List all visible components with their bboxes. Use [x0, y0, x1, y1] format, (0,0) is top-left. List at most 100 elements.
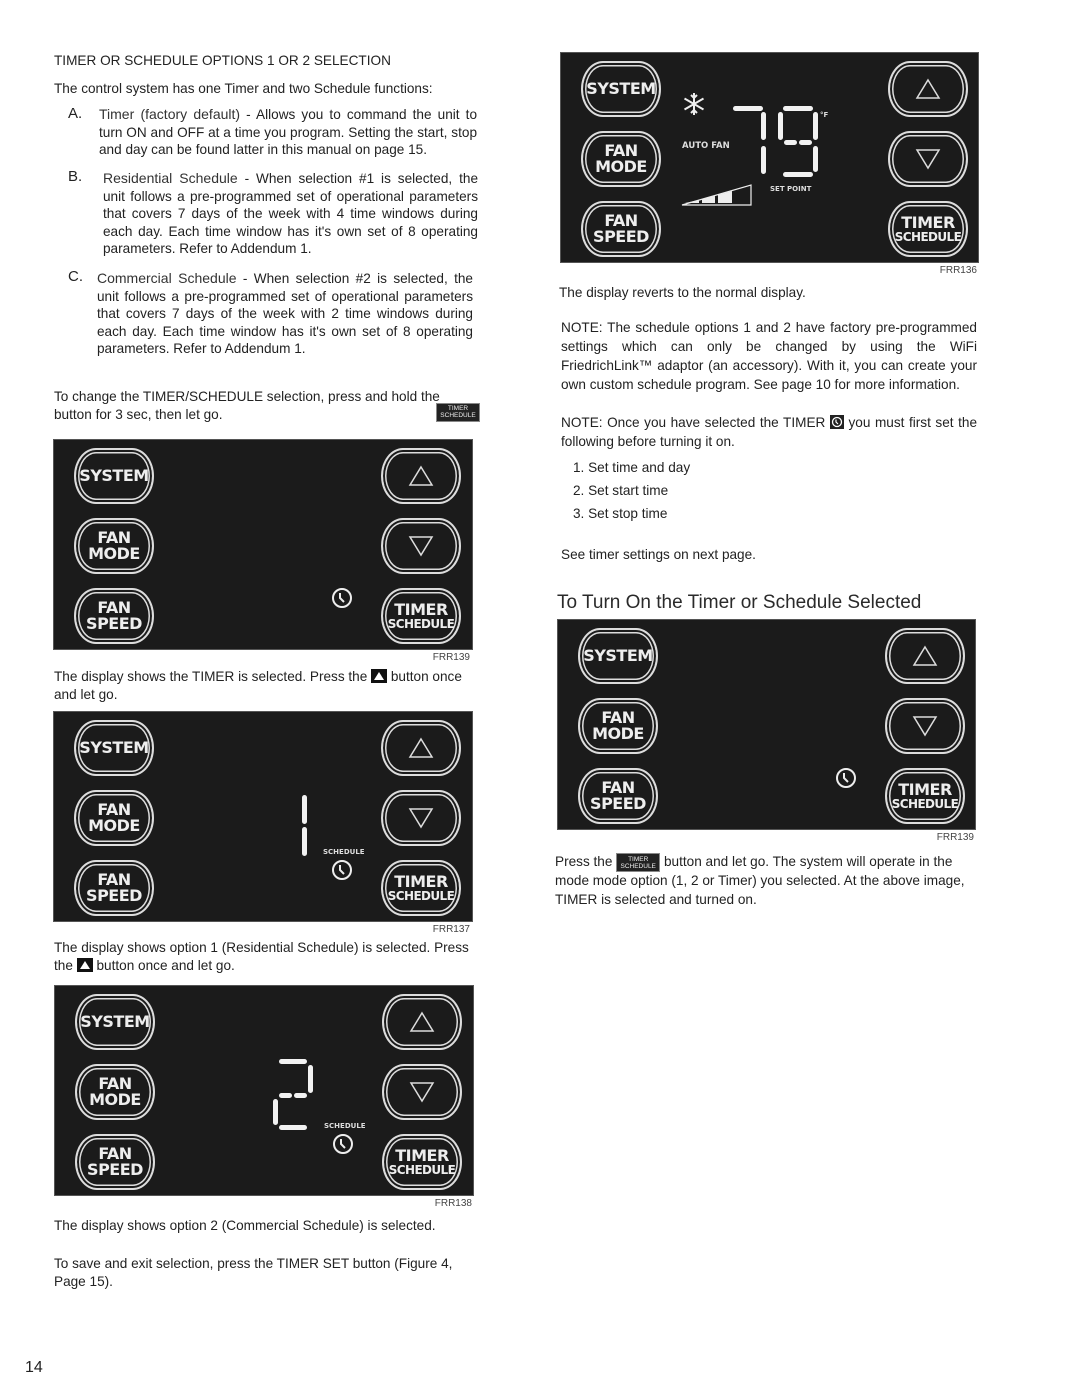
figure-label: FRR138	[434, 1198, 472, 1209]
down-arrow-icon	[912, 716, 938, 737]
item-body: Commercial Schedule - When selection #2 …	[97, 270, 473, 358]
see-next-page: See timer settings on next page.	[561, 547, 756, 562]
btn-label: SPEED	[86, 886, 142, 905]
figure-label: FRR139	[432, 652, 470, 663]
fan-mode-button[interactable]: FAN MODE	[578, 698, 658, 754]
down-button[interactable]	[381, 518, 461, 574]
inline-btn-bottom: SCHEDULE	[440, 412, 476, 420]
caption-option2: The display shows option 2 (Commercial S…	[54, 1218, 436, 1233]
inline-btn-top: TIMER	[447, 405, 469, 413]
up-arrow-icon	[408, 737, 434, 758]
clock-icon	[332, 860, 352, 880]
up-button-icon	[371, 669, 388, 683]
btn-label: SPEED	[87, 1160, 143, 1179]
seven-segment-temperature	[733, 106, 818, 177]
btn-label: SYSTEM	[583, 646, 653, 665]
up-button[interactable]	[888, 61, 968, 117]
control-panel-normal: SYSTEM FAN MODE FAN SPEED TIMER SCHEDULE AU…	[560, 52, 979, 263]
fan-mode-button[interactable]: FAN MODE	[581, 131, 661, 187]
fan-speed-button[interactable]: FAN SPEED	[578, 768, 658, 824]
item-title: Commercial Schedule	[97, 270, 237, 286]
btn-label: TIMER	[395, 1145, 449, 1165]
system-button[interactable]: SYSTEM	[74, 720, 154, 776]
caption-timer-selected: The display shows the TIMER is selected.…	[54, 668, 479, 703]
up-arrow-icon	[915, 78, 941, 99]
caption-b: button once and let go.	[92, 957, 235, 973]
down-button[interactable]	[381, 790, 461, 846]
btn-label: MODE	[89, 1090, 141, 1109]
fan-speed-button[interactable]: FAN SPEED	[74, 860, 154, 916]
up-arrow-icon	[912, 645, 938, 666]
fan-mode-button[interactable]: FAN MODE	[74, 790, 154, 846]
timer-schedule-button[interactable]: TIMER SCHEDULE	[382, 1134, 462, 1190]
btn-label: MODE	[88, 816, 140, 835]
timer-schedule-button[interactable]: TIMER SCHEDULE	[381, 860, 461, 916]
btn-label: MODE	[595, 157, 647, 176]
item-title: Residential Schedule	[103, 170, 238, 186]
fan-speed-button[interactable]: FAN SPEED	[581, 201, 661, 257]
btn-label: MODE	[592, 724, 644, 743]
btn-label: TIMER	[901, 212, 955, 232]
btn-label: SCHEDULE	[387, 888, 455, 903]
press-a: Press the	[555, 854, 617, 870]
control-panel-option2: SYSTEM FAN MODE FAN SPEED TIMER SCHEDULE SC…	[54, 985, 474, 1196]
down-button[interactable]	[885, 698, 965, 754]
system-button[interactable]: SYSTEM	[581, 61, 661, 117]
up-button-icon	[76, 957, 93, 972]
fan-mode-button[interactable]: FAN MODE	[74, 518, 154, 574]
save-instruction: To save and exit selection, press the TI…	[54, 1256, 453, 1289]
system-button[interactable]: SYSTEM	[75, 994, 155, 1050]
timer-schedule-button[interactable]: TIMER SCHEDULE	[381, 588, 461, 644]
press-instruction: Press the TIMER SCHEDULE button and let g…	[555, 853, 980, 909]
up-button[interactable]	[381, 720, 461, 776]
up-button[interactable]	[381, 448, 461, 504]
control-panel-option1: SYSTEM FAN MODE FAN SPEED TIMER SCHEDULE SC…	[53, 711, 473, 922]
intro-text: The control system has one Timer and two…	[54, 81, 433, 96]
snowflake-icon	[683, 93, 705, 115]
item-body: Residential Schedule - When selection #1…	[103, 170, 478, 258]
section-heading: TIMER OR SCHEDULE OPTIONS 1 OR 2 SELECTI…	[54, 53, 391, 68]
schedule-label: SCHEDULE	[324, 1122, 366, 1130]
control-panel-timer: SYSTEM FAN MODE FAN SPEED TIMER SCHEDULE	[53, 439, 473, 650]
item-title: Timer (factory default)	[99, 106, 241, 122]
timer-schedule-button[interactable]: TIMER SCHEDULE	[888, 201, 968, 257]
btn-label: TIMER	[394, 599, 448, 619]
auto-fan-label: AUTO FAN	[682, 141, 730, 151]
note-timer: NOTE: Once you have selected the TIMER y…	[561, 413, 977, 451]
btn-label: SYSTEM	[80, 1012, 150, 1031]
page-number: 14	[25, 1359, 43, 1376]
figure-label: FRR136	[939, 265, 977, 276]
up-button[interactable]	[885, 628, 965, 684]
down-button[interactable]	[382, 1064, 462, 1120]
caption-revert: The display reverts to the normal displa…	[559, 285, 806, 300]
fan-speed-button[interactable]: FAN SPEED	[74, 588, 154, 644]
change-instruction-a: To change the TIMER/SCHEDULE selection, …	[54, 389, 440, 404]
step-1: 1. Set time and day	[573, 460, 691, 475]
section-heading-turn-on: To Turn On the Timer or Schedule Selecte…	[557, 592, 922, 613]
up-arrow-icon	[409, 1011, 435, 1032]
up-button[interactable]	[382, 994, 462, 1050]
down-arrow-icon	[408, 536, 434, 557]
inline-timer-schedule-button: TIMER SCHEDULE	[616, 853, 661, 872]
down-arrow-icon	[409, 1082, 435, 1103]
btn-label: SYSTEM	[79, 738, 149, 757]
note-a: NOTE: Once you have selected the TIMER	[561, 415, 830, 430]
btn-label: SCHEDULE	[894, 229, 962, 244]
fan-mode-button[interactable]: FAN MODE	[75, 1064, 155, 1120]
btn-label: SPEED	[86, 614, 142, 633]
caption-option1: The display shows option 1 (Residential …	[54, 939, 474, 974]
clock-icon	[332, 588, 352, 608]
unit-label: °F	[820, 111, 829, 119]
system-button[interactable]: SYSTEM	[74, 448, 154, 504]
down-button[interactable]	[888, 131, 968, 187]
note-wifi: NOTE: The schedule options 1 and 2 have …	[561, 320, 977, 392]
btn-label: SCHEDULE	[891, 796, 959, 811]
btn-label: TIMER	[394, 871, 448, 891]
item-letter: A.	[68, 105, 83, 122]
inline-timer-schedule-button: TIMER SCHEDULE	[436, 402, 480, 422]
system-button[interactable]: SYSTEM	[578, 628, 658, 684]
fan-speed-button[interactable]: FAN SPEED	[75, 1134, 155, 1190]
fan-level-indicator	[681, 184, 752, 206]
timer-schedule-button[interactable]: TIMER SCHEDULE	[885, 768, 965, 824]
down-arrow-icon	[408, 808, 434, 829]
